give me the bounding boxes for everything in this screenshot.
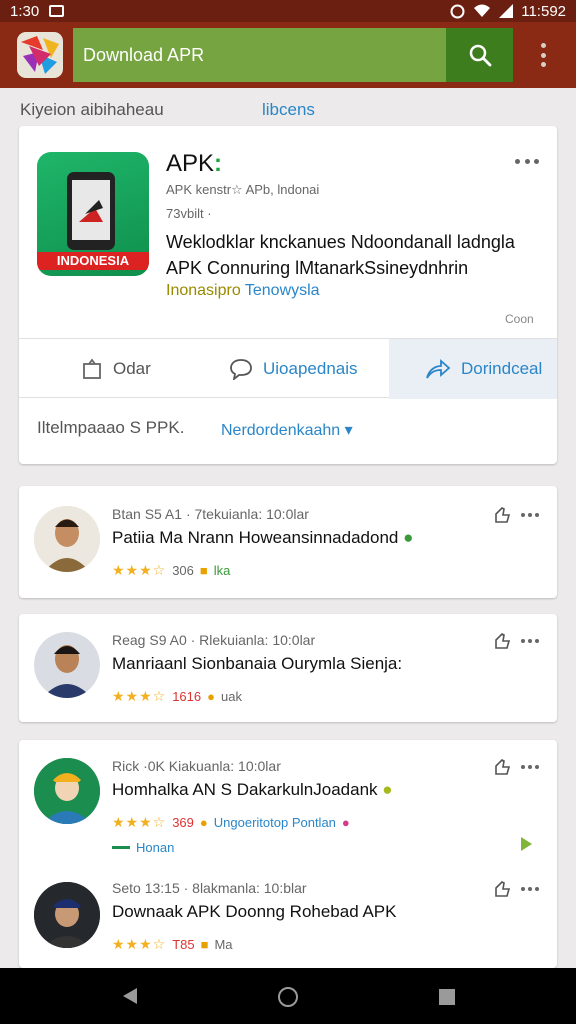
status-time-left: 1:30 — [10, 2, 40, 20]
app-logo[interactable] — [17, 32, 63, 78]
download-button[interactable]: Dorindceal — [389, 339, 557, 399]
review-card: Rick ·0K Kiakuanla: 10:0lar Homhalka AN … — [19, 740, 557, 968]
overflow-menu-icon[interactable] — [533, 40, 553, 70]
download-icon — [426, 359, 451, 379]
card-footer-text: Coon — [505, 312, 534, 326]
alarm-icon — [450, 4, 465, 18]
play-icon[interactable] — [519, 836, 533, 852]
review-rating: ★★★☆ 1616 ● uak — [112, 688, 242, 704]
thumbs-up-icon[interactable] — [493, 758, 511, 776]
subheader: Kiyeion aibihaheau libcens — [0, 88, 576, 128]
app-title: APK: — [166, 150, 223, 177]
review-rating: ★★★☆ 369 ● Ungoeritotop Pontlan ● — [112, 814, 350, 830]
more-icon[interactable] — [521, 765, 539, 771]
thumbs-up-icon[interactable] — [493, 880, 511, 898]
thumbs-up-icon[interactable] — [493, 632, 511, 650]
more-icon[interactable] — [521, 639, 539, 645]
app-description-line-1: Weklodklar knckanues Ndoondanall ladngla — [166, 232, 515, 252]
recents-icon[interactable] — [437, 987, 457, 1007]
review-rating: ★★★☆ 306 ■ lka — [112, 562, 231, 578]
navigation-bar — [0, 968, 576, 1024]
info-link[interactable]: Nerdordenkaahn ▾ — [221, 420, 353, 440]
comment-button[interactable]: Uioapednais — [229, 339, 358, 399]
review-sub: Honan — [112, 840, 174, 855]
review-text: Homhalka AN S DakarkulnJoadank ● — [112, 780, 393, 799]
status-time-right: 11:592 — [521, 2, 566, 20]
status-bar: 1:30 11:592 — [0, 0, 576, 22]
review-card: Reag S9 A0 · Rlekuianla: 10:0lar Manriaa… — [19, 614, 557, 722]
review-meta: Btan S5 A1 · 7tekuianla: 10:0lar — [112, 506, 309, 522]
app-meta-line: APK kenstr☆ APb, lndonai — [166, 182, 320, 197]
info-text: Iltelmpaaao S PPK. — [37, 418, 185, 437]
star-rating-icon: ★★★☆ — [112, 562, 167, 578]
home-icon[interactable] — [277, 986, 299, 1008]
search-button[interactable] — [446, 28, 513, 82]
review-meta: Rick ·0K Kiakuanla: 10:0lar — [112, 758, 281, 774]
share-icon — [83, 358, 101, 379]
comment-icon — [230, 359, 252, 380]
star-rating-icon: ★★★☆ — [112, 688, 167, 704]
app-bar: Download APR — [0, 22, 576, 88]
notification-icon — [49, 5, 65, 17]
search-input-text: Download APR — [83, 44, 205, 65]
review-text: Patiia Ma Nrann Howeansinnadadond ● — [112, 528, 414, 547]
review-card: Btan S5 A1 · 7tekuianla: 10:0lar Patiia … — [19, 486, 557, 598]
thumbs-up-icon[interactable] — [493, 506, 511, 524]
avatar[interactable] — [34, 632, 100, 698]
review-text: Downaak APK Doonng Rohebad APK — [112, 902, 397, 921]
search-input[interactable]: Download APR — [73, 28, 446, 82]
review-rating: ★★★☆ T85 ■ Ma — [112, 936, 233, 952]
avatar[interactable] — [34, 882, 100, 948]
action-row: Odar Uioapednais Dorindceal — [19, 338, 557, 399]
star-rating-icon: ★★★☆ — [112, 814, 167, 830]
app-icon: INDONESIA — [37, 152, 149, 276]
signal-icon — [499, 4, 514, 18]
review-meta: Seto 13:15 · 8lakmanla: 10:blar — [112, 880, 307, 896]
app-meta-line-2: 73vbilt · — [166, 206, 212, 221]
app-detail-card: INDONESIA APK: APK kenstr☆ APb, lndonai … — [19, 126, 557, 464]
search-icon — [469, 44, 491, 67]
app-icon-badge: INDONESIA — [37, 252, 149, 270]
avatar[interactable] — [34, 506, 100, 572]
wifi-icon — [474, 4, 491, 17]
review-meta: Reag S9 A0 · Rlekuianla: 10:0lar — [112, 632, 316, 648]
subheader-label: Kiyeion aibihaheau — [20, 100, 164, 119]
app-description-line-2: APK Connuring lMtanarkSsineydnhrin — [166, 258, 469, 278]
back-icon[interactable] — [120, 986, 140, 1006]
more-icon[interactable] — [515, 156, 539, 166]
review-text: Manriaanl Sionbanaia Ourymla Sienja: — [112, 654, 403, 673]
more-icon[interactable] — [521, 887, 539, 893]
app-description-line-3: Inonasipro Tenowysla — [166, 282, 320, 299]
star-rating-icon: ★★★☆ — [112, 936, 167, 952]
share-button[interactable]: Odar — [81, 339, 151, 399]
avatar[interactable] — [34, 758, 100, 824]
more-icon[interactable] — [521, 513, 539, 519]
subheader-tab[interactable]: libcens — [262, 100, 315, 120]
